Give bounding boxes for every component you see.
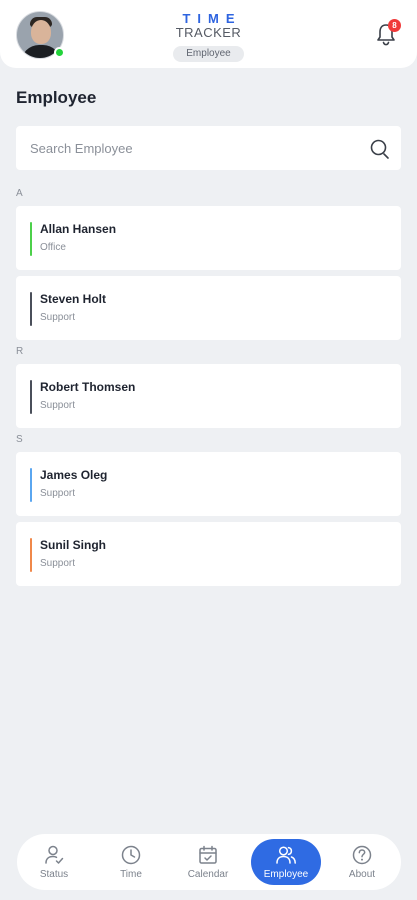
- search-icon[interactable]: [369, 138, 391, 160]
- employee-card[interactable]: Sunil Singh Support: [16, 522, 401, 586]
- employee-name: James Oleg: [40, 468, 108, 482]
- tab-time[interactable]: Time: [96, 839, 166, 885]
- role-badge: Employee: [173, 46, 244, 62]
- logo-time-text: TIME: [182, 11, 242, 26]
- people-icon: [276, 846, 296, 864]
- search-box: [16, 126, 401, 170]
- employee-department: Support: [40, 400, 76, 411]
- question-icon: [352, 845, 372, 865]
- section-letter: S: [16, 434, 23, 445]
- employee-color-bar: [30, 222, 32, 256]
- bottom-tab-bar: Status Time Calendar Employee About: [17, 834, 401, 890]
- calendar-icon: [199, 845, 217, 864]
- employee-color-bar: [30, 380, 32, 414]
- tab-status[interactable]: Status: [19, 839, 89, 885]
- employee-color-bar: [30, 538, 32, 572]
- employee-department: Support: [40, 558, 76, 569]
- employee-department: Support: [40, 312, 76, 323]
- tab-label: Time: [120, 869, 142, 880]
- employee-card[interactable]: Robert Thomsen Support: [16, 364, 401, 428]
- online-status-dot: [54, 47, 65, 58]
- employee-card[interactable]: Allan Hansen Office: [16, 206, 401, 270]
- section-letter: R: [16, 346, 24, 357]
- tab-label: Employee: [263, 869, 309, 880]
- employee-name: Steven Holt: [40, 292, 107, 306]
- tab-employee[interactable]: Employee: [251, 839, 321, 885]
- employee-department: Office: [40, 242, 66, 253]
- tab-label: About: [348, 869, 376, 880]
- employee-card[interactable]: Steven Holt Support: [16, 276, 401, 340]
- tab-about[interactable]: About: [327, 839, 397, 885]
- logo-tracker-text: TRACKER: [175, 25, 242, 40]
- tab-label: Calendar: [187, 869, 229, 880]
- employee-name: Allan Hansen: [40, 222, 117, 236]
- tab-calendar[interactable]: Calendar: [173, 839, 243, 885]
- notification-badge: 8: [388, 19, 401, 32]
- app-header: TIME TRACKER Employee 8: [0, 0, 417, 68]
- employee-card[interactable]: James Oleg Support: [16, 452, 401, 516]
- clock-icon: [121, 845, 141, 865]
- employee-name: Robert Thomsen: [40, 380, 136, 394]
- page-title: Employee: [16, 88, 97, 107]
- tab-label: Status: [39, 869, 69, 880]
- employee-color-bar: [30, 468, 32, 502]
- section-letter: A: [16, 188, 23, 199]
- person-check-icon: [45, 845, 64, 864]
- employee-name: Sunil Singh: [40, 538, 106, 552]
- search-input[interactable]: [30, 126, 360, 170]
- employee-color-bar: [30, 292, 32, 326]
- employee-department: Support: [40, 488, 76, 499]
